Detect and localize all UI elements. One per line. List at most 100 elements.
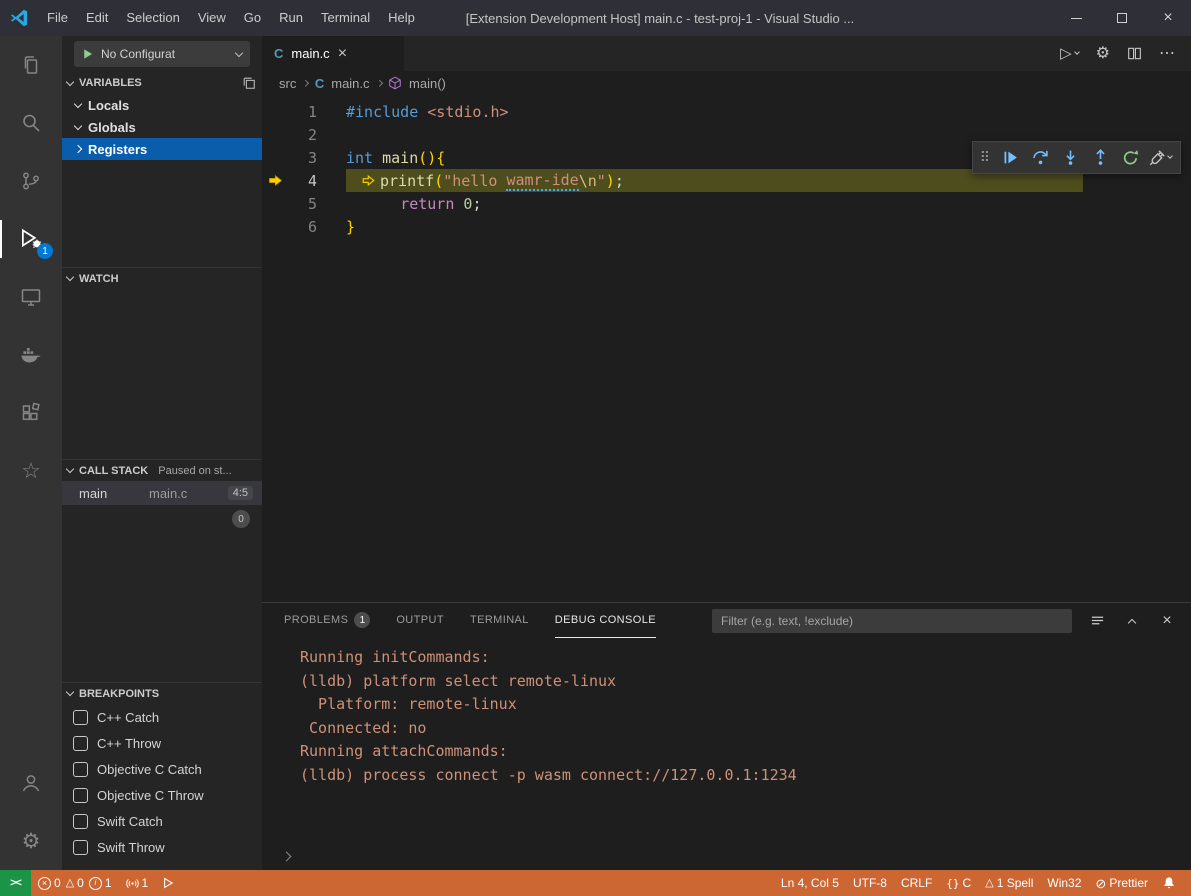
close-panel-icon[interactable]: × — [1157, 611, 1177, 631]
code-line-6[interactable]: 6} — [262, 215, 1191, 238]
collapse-all-icon[interactable] — [242, 76, 256, 90]
minimize-button[interactable] — [1053, 0, 1099, 36]
breakpoint-item[interactable]: C++ Throw — [62, 730, 262, 756]
breakpoint-checkbox[interactable] — [73, 710, 88, 725]
spell-checker-status[interactable]: △1 Spell — [978, 870, 1040, 896]
run-or-debug-button[interactable]: ▷ — [1060, 46, 1079, 61]
breakpoints-section-header[interactable]: BREAKPOINTS — [62, 682, 262, 704]
line-number: 1 — [288, 103, 317, 121]
step-out-button[interactable] — [1085, 143, 1115, 172]
breakpoint-item[interactable]: Objective C Catch — [62, 756, 262, 782]
breakpoint-item[interactable]: C++ Catch — [62, 704, 262, 730]
panel-tab-terminal[interactable]: TERMINAL — [470, 603, 529, 638]
c-file-icon: C — [274, 46, 283, 61]
variables-item-registers[interactable]: Registers — [62, 138, 262, 160]
problems-status[interactable]: ×0△0i1 — [31, 870, 119, 896]
console-filter-input[interactable] — [712, 609, 1072, 633]
variables-section-header[interactable]: VARIABLES — [62, 72, 262, 94]
panel-actions: × — [1087, 611, 1177, 631]
settings-button[interactable]: ⚙ — [0, 812, 62, 870]
step-into-button[interactable] — [1055, 143, 1085, 172]
code-token: printf — [380, 172, 434, 190]
close-window-button[interactable]: × — [1145, 0, 1191, 36]
breadcrumb-file[interactable]: main.c — [331, 76, 369, 91]
console-line: (lldb) process connect -p wasm connect:/… — [300, 764, 1191, 788]
breadcrumb-symbol[interactable]: main() — [409, 76, 446, 91]
variables-item-globals[interactable]: Globals — [62, 116, 262, 138]
activity-search[interactable] — [0, 94, 62, 152]
activity-favorites[interactable]: ☆ — [0, 442, 62, 500]
editor-settings-icon[interactable]: ⚙ — [1096, 46, 1110, 62]
eol-status[interactable]: CRLF — [894, 870, 939, 896]
call-stack-section-header[interactable]: CALL STACK Paused on st... — [62, 459, 262, 481]
panel-tab-debug-console[interactable]: DEBUG CONSOLE — [555, 603, 656, 638]
toggle-secondary-sidebar-icon[interactable] — [987, 4, 1009, 32]
activity-extensions[interactable] — [0, 384, 62, 442]
activity-explorer[interactable] — [0, 36, 62, 94]
watch-section-title: WATCH — [79, 273, 119, 285]
breakpoint-item[interactable]: Objective C Throw — [62, 782, 262, 808]
toggle-panel-icon[interactable] — [953, 4, 975, 32]
maximize-button[interactable] — [1099, 0, 1145, 36]
platform-status[interactable]: Win32 — [1040, 870, 1088, 896]
breakpoint-checkbox[interactable] — [73, 762, 88, 777]
stack-frame-row[interactable]: main main.c 4:5 — [62, 481, 262, 505]
panel-tab-problems[interactable]: PROBLEMS1 — [284, 603, 370, 638]
line-number: 5 — [288, 195, 317, 213]
cursor-position-status[interactable]: Ln 4, Col 5 — [774, 870, 846, 896]
start-debug-icon[interactable] — [82, 48, 94, 60]
code-token: " — [597, 172, 606, 190]
notifications-status[interactable] — [1155, 870, 1183, 896]
account-button[interactable] — [0, 754, 62, 812]
debug-config-dropdown[interactable]: No Configurat — [74, 41, 250, 67]
restart-button[interactable] — [1115, 143, 1145, 172]
panel-tab-output[interactable]: OUTPUT — [396, 603, 444, 638]
menu-run[interactable]: Run — [270, 0, 312, 36]
toggle-sidebar-icon[interactable] — [919, 4, 941, 32]
split-editor-icon[interactable] — [1127, 46, 1142, 61]
remote-indicator[interactable]: >< — [0, 870, 31, 896]
ports-status[interactable]: 1 — [119, 870, 156, 896]
status-text: Win32 — [1047, 876, 1081, 890]
drag-handle-icon[interactable]: ⠿ — [978, 149, 995, 166]
disconnect-button[interactable] — [1145, 143, 1175, 172]
console-options-icon[interactable] — [1087, 611, 1107, 631]
menu-view[interactable]: View — [189, 0, 235, 36]
continue-button[interactable] — [995, 143, 1025, 172]
watch-section-header[interactable]: WATCH — [62, 267, 262, 289]
menu-help[interactable]: Help — [379, 0, 424, 36]
tab-main-c[interactable]: C main.c × — [262, 36, 404, 71]
console-input[interactable] — [262, 842, 1191, 870]
language-mode-status[interactable]: {}C — [939, 870, 978, 896]
menu-terminal[interactable]: Terminal — [312, 0, 379, 36]
variables-item-locals[interactable]: Locals — [62, 94, 262, 116]
step-over-button[interactable] — [1025, 143, 1055, 172]
maximize-panel-icon[interactable] — [1122, 611, 1142, 631]
debug-session-status[interactable] — [155, 870, 181, 896]
activity-run-debug[interactable]: 1 — [0, 210, 62, 268]
braces-icon: {} — [946, 877, 959, 890]
menu-selection[interactable]: Selection — [117, 0, 188, 36]
breakpoint-item[interactable]: Swift Catch — [62, 808, 262, 834]
prettier-status[interactable]: ⊘Prettier — [1088, 870, 1155, 896]
menu-edit[interactable]: Edit — [77, 0, 117, 36]
activity-source-control[interactable] — [0, 152, 62, 210]
breakpoint-checkbox[interactable] — [73, 814, 88, 829]
breakpoint-checkbox[interactable] — [73, 840, 88, 855]
close-tab-icon[interactable]: × — [338, 46, 347, 62]
editor-body[interactable]: 1#include <stdio.h>23int main(){4printf(… — [262, 95, 1191, 602]
activity-docker[interactable] — [0, 326, 62, 384]
breakpoint-checkbox[interactable] — [73, 736, 88, 751]
more-actions-icon[interactable]: ⋯ — [1159, 46, 1175, 62]
code-line-5[interactable]: 5 return 0; — [262, 192, 1191, 215]
encoding-status[interactable]: UTF-8 — [846, 870, 894, 896]
breakpoint-checkbox[interactable] — [73, 788, 88, 803]
status-segment: Win32 — [1047, 876, 1081, 890]
activity-remote-explorer[interactable] — [0, 268, 62, 326]
code-line-1[interactable]: 1#include <stdio.h> — [262, 100, 1191, 123]
breadcrumb-folder[interactable]: src — [279, 76, 296, 91]
breakpoint-item[interactable]: Swift Throw — [62, 834, 262, 860]
menu-file[interactable]: File — [38, 0, 77, 36]
customize-layout-icon[interactable] — [1021, 4, 1043, 32]
menu-go[interactable]: Go — [235, 0, 270, 36]
